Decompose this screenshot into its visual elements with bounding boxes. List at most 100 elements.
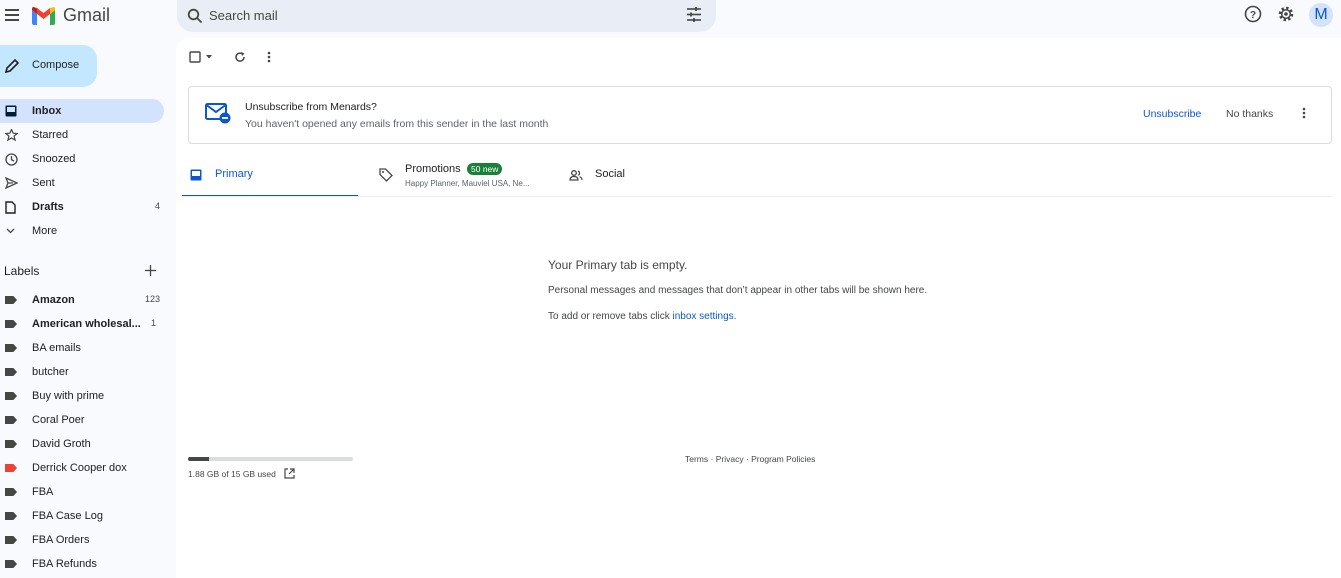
label-item[interactable]: Amazon 123 (0, 288, 160, 312)
label-name: FBA (32, 486, 54, 498)
refresh-icon[interactable] (234, 51, 246, 63)
storage-usage-text: 1.88 GB of 15 GB used (188, 469, 276, 479)
labels-heading: Labels (4, 264, 40, 278)
label-item[interactable]: BA emails (0, 336, 160, 360)
compose-label: Compose (32, 59, 80, 71)
tag-icon (379, 168, 393, 182)
search-options-icon[interactable] (686, 7, 702, 22)
label-item[interactable]: FBA Orders (0, 528, 160, 552)
more-options-icon[interactable] (267, 51, 271, 63)
banner-subtitle: You haven't opened any emails from this … (245, 118, 549, 130)
tab-label: Primary (215, 168, 253, 180)
nav-drafts[interactable]: Drafts 4 (0, 195, 160, 219)
tab-label: Social (595, 168, 625, 180)
label-tag-icon (5, 296, 17, 304)
nav-label: More (32, 225, 58, 237)
label-name: BA emails (32, 342, 81, 354)
storage-meter-fill (188, 457, 209, 461)
label-tag-icon (5, 536, 17, 544)
nav-more[interactable]: More (0, 219, 164, 243)
compose-button[interactable]: Compose (0, 45, 97, 87)
label-tag-icon (5, 560, 17, 568)
label-name: American wholesal... (32, 318, 141, 330)
hint-prefix: To add or remove tabs click (548, 311, 673, 322)
label-item[interactable]: David Groth (0, 432, 160, 456)
search-bar (177, 0, 716, 32)
label-name: FBA Case Log (32, 510, 103, 522)
top-bar: Gmail ? M (0, 0, 1341, 32)
label-tag-icon (5, 512, 17, 520)
nav-label: Starred (32, 129, 69, 141)
label-item[interactable]: Coral Poer (0, 408, 160, 432)
privacy-link[interactable]: Privacy (716, 454, 744, 464)
program-policies-link[interactable]: Program Policies (751, 454, 815, 464)
label-item[interactable]: FBA (0, 480, 160, 504)
clock-icon (5, 153, 18, 166)
add-label-icon[interactable] (144, 264, 157, 277)
label-item[interactable]: FBA Case Log (0, 504, 160, 528)
label-item[interactable]: American wholesal... 1 (0, 312, 160, 336)
tab-promotions[interactable]: Promotions 50 new Happy Planner, Mauviel… (376, 156, 546, 197)
unsubscribe-button[interactable]: Unsubscribe (1143, 108, 1201, 120)
select-checkbox-icon[interactable] (189, 51, 215, 63)
search-input[interactable] (209, 4, 669, 26)
no-thanks-button[interactable]: No thanks (1226, 108, 1273, 120)
inbox-settings-link[interactable]: inbox settings (673, 311, 734, 322)
nav-count: 4 (154, 201, 160, 211)
star-icon (5, 129, 18, 141)
tab-primary[interactable]: Primary (182, 156, 358, 197)
open-in-new-icon[interactable] (284, 468, 295, 479)
people-icon (569, 170, 583, 181)
unsubscribe-banner: Unsubscribe from Menards? You haven't op… (188, 86, 1332, 144)
label-item[interactable]: Buy with prime (0, 384, 160, 408)
footer-separator: · (743, 454, 752, 464)
label-tag-icon (5, 392, 17, 400)
chevron-down-icon (6, 228, 15, 234)
pencil-icon (4, 58, 20, 74)
account-avatar[interactable]: M (1309, 3, 1333, 27)
nav-sent[interactable]: Sent (0, 171, 164, 195)
tab-social[interactable]: Social (566, 156, 736, 197)
label-item[interactable]: Derrick Cooper dox (0, 456, 160, 480)
banner-more-icon[interactable] (1302, 107, 1306, 119)
search-icon[interactable] (187, 8, 203, 24)
nav-label: Snoozed (32, 153, 76, 165)
main-menu-icon[interactable] (5, 9, 19, 21)
label-tag-icon (5, 344, 17, 352)
label-tag-icon (5, 320, 17, 328)
gmail-m-icon (32, 6, 55, 25)
nav-inbox[interactable]: Inbox (0, 99, 164, 123)
label-name: FBA Orders (32, 534, 90, 546)
label-count: 1 (150, 318, 156, 328)
footer-links: Terms · Privacy · Program Policies (685, 454, 815, 464)
terms-link[interactable]: Terms (685, 454, 708, 464)
label-tag-icon (5, 488, 17, 496)
nav-snoozed[interactable]: Snoozed (0, 147, 164, 171)
app-name: Gmail (63, 5, 111, 25)
label-name: butcher (32, 366, 69, 378)
send-icon (5, 177, 18, 189)
footer-separator: · (708, 454, 716, 464)
file-icon (5, 201, 16, 214)
empty-state-title: Your Primary tab is empty. (548, 258, 688, 272)
nav-label: Sent (32, 177, 55, 189)
banner-title: Unsubscribe from Menards? (245, 101, 377, 113)
gmail-logo[interactable]: Gmail (32, 5, 110, 26)
inbox-icon (5, 105, 17, 117)
label-tag-icon (5, 368, 17, 376)
label-name: FBA Refunds (32, 558, 97, 570)
mail-unsubscribe-icon (205, 103, 231, 124)
empty-state-message: Personal messages and messages that don’… (548, 285, 928, 296)
settings-gear-icon[interactable] (1277, 5, 1295, 23)
hint-suffix: . (733, 311, 737, 322)
label-tag-icon (5, 464, 17, 472)
nav-starred[interactable]: Starred (0, 123, 164, 147)
label-item[interactable]: FBA Refunds (0, 552, 160, 576)
label-tag-icon (5, 440, 17, 448)
svg-text:?: ? (1250, 10, 1256, 21)
label-count: 123 (144, 294, 160, 304)
label-item[interactable]: butcher (0, 360, 160, 384)
label-name: Derrick Cooper dox (32, 462, 127, 474)
tab-senders-preview: Happy Planner, Mauviel USA, Ne... (405, 179, 530, 188)
help-icon[interactable]: ? (1244, 5, 1262, 23)
